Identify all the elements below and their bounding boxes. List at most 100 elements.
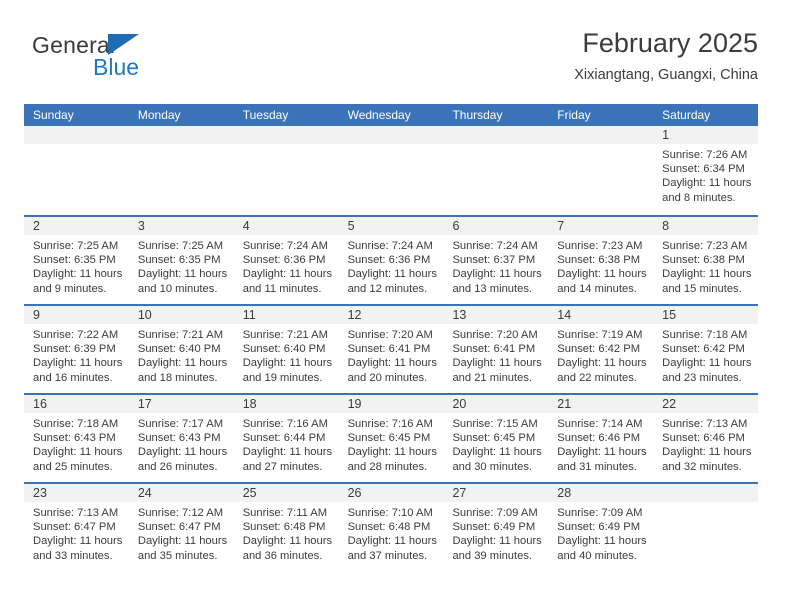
daylight-text: Daylight: 11 hours and 22 minutes. [557, 357, 647, 384]
day-cell[interactable]: 17 Sunrise: 7:17 AM Sunset: 6:43 PM Dayligh… [128, 395, 234, 482]
empty-band [338, 126, 444, 144]
day-number: 4 [242, 219, 250, 233]
day-cell-empty [128, 126, 234, 215]
daylight-text: Daylight: 11 hours and 40 minutes. [557, 535, 647, 562]
day-number: 10 [137, 308, 152, 322]
day-cell[interactable]: 12 Sunrise: 7:20 AM Sunset: 6:41 PM Dayligh… [338, 306, 444, 393]
sunrise-text: Sunrise: 7:17 AM [137, 418, 224, 430]
day-number: 1 [662, 128, 670, 142]
day-cell[interactable]: 13 Sunrise: 7:20 AM Sunset: 6:41 PM Dayligh… [443, 306, 549, 393]
day-cell[interactable]: 2 Sunrise: 7:25 AM Sunset: 6:35 PM Daylight… [24, 217, 129, 304]
day-cell-empty [653, 484, 759, 571]
day-cell[interactable]: 14 Sunrise: 7:19 AM Sunset: 6:42 PM Dayligh… [548, 306, 654, 393]
day-details: Sunrise: 7:21 AM Sunset: 6:40 PM Daylight:… [129, 324, 234, 385]
general-blue-logo[interactable]: General Blue [32, 32, 212, 88]
day-number: 9 [33, 308, 40, 322]
day-number-band: 28 [548, 484, 654, 502]
daylight-text: Daylight: 11 hours and 18 minutes. [137, 357, 228, 384]
sunrise-text: Sunrise: 7:12 AM [137, 507, 224, 519]
sunset-text: Sunset: 6:38 PM [662, 254, 745, 267]
day-number: 27 [452, 486, 467, 500]
empty-band [233, 126, 339, 144]
day-cell[interactable]: 8 Sunrise: 7:23 AM Sunset: 6:38 PM Daylight… [653, 217, 759, 304]
day-number: 7 [557, 219, 565, 233]
day-details: Sunrise: 7:09 AM Sunset: 6:49 PM Daylight:… [548, 502, 653, 563]
daylight-text: Daylight: 11 hours and 12 minutes. [347, 268, 437, 295]
day-cell[interactable]: 19 Sunrise: 7:16 AM Sunset: 6:45 PM Dayligh… [338, 395, 444, 482]
day-details: Sunrise: 7:25 AM Sunset: 6:35 PM Daylight:… [24, 235, 129, 296]
day-cell[interactable]: 24 Sunrise: 7:12 AM Sunset: 6:47 PM Dayligh… [128, 484, 234, 571]
day-number-band: 9 [24, 306, 129, 324]
day-cell[interactable]: 22 Sunrise: 7:13 AM Sunset: 6:46 PM Dayligh… [653, 395, 759, 482]
day-cell[interactable]: 3 Sunrise: 7:25 AM Sunset: 6:35 PM Daylight… [128, 217, 234, 304]
sunrise-text: Sunrise: 7:22 AM [33, 329, 119, 341]
empty-band [548, 126, 654, 144]
sunset-text: Sunset: 6:47 PM [33, 521, 116, 534]
daylight-text: Daylight: 11 hours and 23 minutes. [662, 357, 752, 384]
empty-band [128, 126, 234, 144]
calendar-week-row: 23 Sunrise: 7:13 AM Sunset: 6:47 PM Dayligh… [24, 482, 759, 571]
daylight-text: Daylight: 11 hours and 31 minutes. [557, 446, 647, 473]
day-details: Sunrise: 7:18 AM Sunset: 6:43 PM Daylight:… [24, 413, 129, 474]
day-details: Sunrise: 7:16 AM Sunset: 6:45 PM Daylight:… [339, 413, 444, 474]
day-cell[interactable]: 6 Sunrise: 7:24 AM Sunset: 6:37 PM Daylight… [443, 217, 549, 304]
day-number-band: 22 [653, 395, 759, 413]
day-cell[interactable]: 1 Sunrise: 7:26 AM Sunset: 6:34 PM Daylight… [653, 126, 759, 215]
day-details: Sunrise: 7:12 AM Sunset: 6:47 PM Daylight:… [129, 502, 234, 563]
day-cell[interactable]: 20 Sunrise: 7:15 AM Sunset: 6:45 PM Dayligh… [443, 395, 549, 482]
sunset-text: Sunset: 6:49 PM [557, 521, 641, 534]
day-number-band: 5 [338, 217, 444, 235]
day-cell[interactable]: 21 Sunrise: 7:14 AM Sunset: 6:46 PM Dayligh… [548, 395, 654, 482]
sunrise-text: Sunrise: 7:16 AM [347, 418, 433, 430]
day-cell[interactable]: 4 Sunrise: 7:24 AM Sunset: 6:36 PM Daylight… [233, 217, 339, 304]
sunrise-text: Sunrise: 7:25 AM [33, 240, 119, 252]
day-number-band: 18 [233, 395, 339, 413]
day-details: Sunrise: 7:20 AM Sunset: 6:41 PM Daylight:… [339, 324, 444, 385]
day-cell[interactable]: 7 Sunrise: 7:23 AM Sunset: 6:38 PM Daylight… [548, 217, 654, 304]
daylight-text: Daylight: 11 hours and 20 minutes. [347, 357, 437, 384]
day-number-band: 8 [653, 217, 759, 235]
day-details: Sunrise: 7:14 AM Sunset: 6:46 PM Daylight:… [548, 413, 653, 474]
sunrise-text: Sunrise: 7:23 AM [662, 240, 748, 252]
day-cell-empty [338, 126, 444, 215]
day-cell[interactable]: 15 Sunrise: 7:18 AM Sunset: 6:42 PM Dayligh… [653, 306, 759, 393]
logo-triangle-icon [108, 34, 139, 55]
day-number-band: 14 [548, 306, 654, 324]
day-cell[interactable]: 9 Sunrise: 7:22 AM Sunset: 6:39 PM Daylight… [24, 306, 129, 393]
day-cell[interactable]: 16 Sunrise: 7:18 AM Sunset: 6:43 PM Dayligh… [24, 395, 129, 482]
day-cell[interactable]: 18 Sunrise: 7:16 AM Sunset: 6:44 PM Dayligh… [233, 395, 339, 482]
day-number-band: 17 [128, 395, 234, 413]
sunrise-text: Sunrise: 7:18 AM [33, 418, 119, 430]
sunset-text: Sunset: 6:49 PM [452, 521, 536, 534]
page-title: February 2025 [582, 28, 758, 58]
page-header: General Blue February 2025 Xixiangtang, … [24, 26, 758, 94]
day-details: Sunrise: 7:20 AM Sunset: 6:41 PM Daylight:… [443, 324, 548, 385]
sunrise-text: Sunrise: 7:20 AM [452, 329, 538, 341]
day-number-band: 1 [653, 126, 759, 144]
daylight-text: Daylight: 11 hours and 9 minutes. [33, 268, 123, 295]
day-number-band: 3 [128, 217, 234, 235]
day-cell[interactable]: 25 Sunrise: 7:11 AM Sunset: 6:48 PM Dayligh… [233, 484, 339, 571]
sunrise-text: Sunrise: 7:10 AM [347, 507, 433, 519]
day-details: Sunrise: 7:15 AM Sunset: 6:45 PM Daylight:… [443, 413, 548, 474]
day-cell[interactable]: 27 Sunrise: 7:09 AM Sunset: 6:49 PM Dayligh… [443, 484, 549, 571]
day-number: 6 [452, 219, 460, 233]
day-cell[interactable]: 23 Sunrise: 7:13 AM Sunset: 6:47 PM Dayligh… [24, 484, 129, 571]
daylight-text: Daylight: 11 hours and 32 minutes. [662, 446, 752, 473]
day-cell-empty [233, 126, 339, 215]
daylight-text: Daylight: 11 hours and 28 minutes. [347, 446, 437, 473]
daylight-text: Daylight: 11 hours and 35 minutes. [137, 535, 228, 562]
day-number: 13 [452, 308, 467, 322]
day-number-band: 26 [338, 484, 444, 502]
day-cell[interactable]: 11 Sunrise: 7:21 AM Sunset: 6:40 PM Dayligh… [233, 306, 339, 393]
sunset-text: Sunset: 6:41 PM [452, 343, 536, 356]
day-cell[interactable]: 28 Sunrise: 7:09 AM Sunset: 6:49 PM Dayligh… [548, 484, 654, 571]
sunrise-text: Sunrise: 7:24 AM [452, 240, 538, 252]
day-cell[interactable]: 5 Sunrise: 7:24 AM Sunset: 6:36 PM Daylight… [338, 217, 444, 304]
day-cell[interactable]: 26 Sunrise: 7:10 AM Sunset: 6:48 PM Dayligh… [338, 484, 444, 571]
day-number-band: 10 [128, 306, 234, 324]
day-number-band: 16 [24, 395, 129, 413]
day-details: Sunrise: 7:10 AM Sunset: 6:48 PM Daylight:… [339, 502, 444, 563]
day-cell[interactable]: 10 Sunrise: 7:21 AM Sunset: 6:40 PM Dayligh… [128, 306, 234, 393]
sunrise-text: Sunrise: 7:24 AM [242, 240, 328, 252]
